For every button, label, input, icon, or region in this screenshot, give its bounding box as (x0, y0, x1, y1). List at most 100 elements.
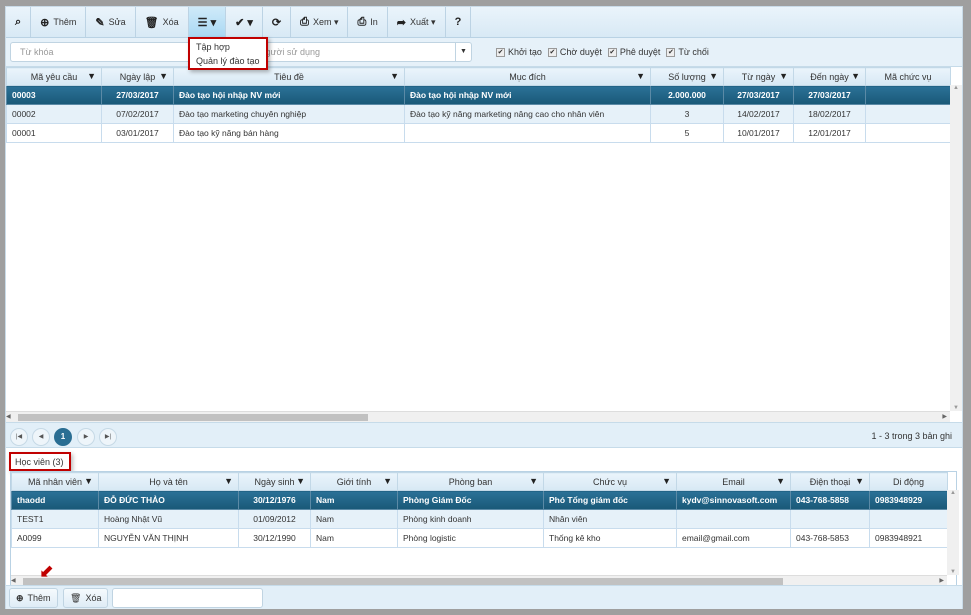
next-page-button[interactable]: ▶ (77, 428, 95, 446)
status-checkbox[interactable]: ✔ Từ chối (666, 47, 709, 57)
toolbar-button-9[interactable]: ➦ Xuất ▾ (388, 7, 446, 37)
tab-hoc-vien[interactable]: Học viên (3) (9, 452, 71, 471)
filter-icon[interactable]: ▼ (776, 476, 785, 486)
menu-item-tap-hop[interactable]: Tập hợp (190, 40, 266, 54)
table-cell: Nam (310, 490, 398, 510)
table-cell: Nam (310, 509, 398, 529)
toolbar-button-5[interactable]: ✔ ▾ (226, 7, 263, 37)
table-cell: Đào tạo hội nhập NV mới (404, 85, 651, 105)
column-header[interactable]: Ngày sinh ▼ (238, 472, 311, 491)
filter-icon[interactable]: ▼ (296, 476, 305, 486)
filter-icon[interactable]: ▼ (87, 71, 96, 81)
filter-icon[interactable]: ▼ (390, 71, 399, 81)
toolbar-button-3[interactable]: 🗑 Xóa (136, 7, 189, 37)
table-cell (865, 85, 951, 105)
column-header[interactable]: Mã nhân viên ▼ (11, 472, 99, 491)
column-header[interactable]: Số lượng ▼ (650, 67, 724, 86)
toolbar-label: Xuất ▾ (410, 16, 436, 27)
status-checkbox[interactable]: ✔ Phê duyệt (607, 47, 661, 57)
filter-icon[interactable]: ▼ (159, 71, 168, 81)
column-header[interactable]: Tiêu đề ▼ (173, 67, 405, 86)
column-title: Họ và tên (149, 476, 188, 487)
filter-icon[interactable]: ▼ (662, 476, 671, 486)
filter-icon[interactable]: ▼ (709, 71, 718, 81)
filter-icon[interactable]: ▼ (855, 476, 864, 486)
table-cell: 18/02/2017 (793, 104, 866, 124)
column-header[interactable]: Từ ngày ▼ (723, 67, 794, 86)
status-checkbox[interactable]: ✔ Chờ duyệt (547, 47, 602, 57)
filter-icon[interactable]: ▼ (224, 476, 233, 486)
add-student-button[interactable]: ⊕ Thêm (9, 588, 58, 608)
table-row[interactable]: 00003 27/03/2017 Đào tạo hội nhập NV mới Đà… (6, 85, 951, 105)
toolbar-button-4[interactable]: ☰ ▾ (188, 7, 227, 37)
column-header[interactable]: Họ và tên ▼ (98, 472, 239, 491)
filter-icon[interactable]: ▼ (84, 476, 93, 486)
column-header[interactable]: Mã chức vụ (865, 67, 951, 86)
vertical-scrollbar[interactable]: ▲ ▼ (947, 490, 959, 575)
table-cell: Phòng logistic (397, 528, 544, 548)
column-header[interactable]: Mã yêu cầu ▼ (6, 67, 102, 86)
column-header[interactable]: Mục đích ▼ (404, 67, 651, 86)
status-checkboxes: ✔ Khởi tạo ✔ Chờ duyệt ✔ Phê duyệt ✔ Từ chối (496, 47, 709, 57)
column-header[interactable]: Chức vụ ▼ (543, 472, 677, 491)
column-header[interactable]: Di động (869, 472, 948, 491)
column-header[interactable]: Giới tính ▼ (310, 472, 398, 491)
dropdown-arrow-icon[interactable]: ▼ (455, 43, 471, 61)
column-header[interactable]: Email ▼ (676, 472, 791, 491)
column-header[interactable]: Ngày lập ▼ (101, 67, 174, 86)
header-row: Mã nhân viên ▼ Họ và tên ▼ Ngày sinh ▼ Giới tí… (11, 472, 948, 491)
toolbar-button-2[interactable]: ✎ Sửa (86, 7, 136, 37)
help-icon: ? (454, 16, 462, 28)
toolbar-button-7[interactable]: ⎙ Xem ▾ (291, 7, 349, 37)
filter-icon[interactable]: ▼ (851, 71, 860, 81)
bottom-input[interactable] (112, 588, 263, 608)
column-title: Tiêu đề (274, 71, 304, 82)
table-row[interactable]: thaodd ĐỖ ĐỨC THẢO 30/12/1976 Nam Phòng Giám… (11, 490, 948, 510)
toolbar-button-0[interactable]: ⌕ (6, 7, 32, 37)
table-row[interactable]: 00001 03/01/2017 Đào tạo kỹ năng bán hàng 5… (6, 123, 951, 143)
toolbar-label: Xóa (162, 17, 179, 27)
status-checkbox[interactable]: ✔ Khởi tạo (496, 47, 542, 57)
checkbox-label: Khởi tạo (508, 47, 542, 57)
toolbar-button-8[interactable]: ⎙ In (348, 7, 388, 37)
first-page-button[interactable]: |◀ (10, 428, 28, 446)
table-row[interactable]: 00002 07/02/2017 Đào tạo marketing chuyên … (6, 104, 951, 124)
horizontal-scrollbar[interactable]: ◀ ▶ (6, 411, 950, 422)
filter-icon[interactable]: ▼ (529, 476, 538, 486)
delete-student-button[interactable]: 🗑 Xóa (63, 588, 109, 608)
print-icon: ⎙ (300, 15, 309, 28)
column-title: Mục đích (509, 71, 546, 82)
table-cell: 2.000.000 (650, 85, 724, 105)
keyword-input[interactable] (11, 43, 211, 61)
filter-icon[interactable]: ▼ (636, 71, 645, 81)
menu-item-quan-ly-dao-tao[interactable]: Quản lý đào tạo (190, 54, 266, 68)
table-cell: NGUYỄN VĂN THỊNH (98, 528, 239, 548)
last-page-button[interactable]: ▶| (99, 428, 117, 446)
table-cell: 3 (650, 104, 724, 124)
vertical-scrollbar[interactable]: ▲ ▼ (950, 85, 962, 411)
filter-icon[interactable]: ▼ (383, 476, 392, 486)
share-icon: ➦ (396, 16, 407, 29)
checkbox-label: Phê duyệt (619, 47, 661, 57)
table-row[interactable]: TEST1 Hoàng Nhật Vũ 01/09/2012 Nam Phòng kin… (11, 509, 948, 529)
toolbar-button-1[interactable]: ⊕ Thêm (31, 7, 87, 37)
prev-page-button[interactable]: ◀ (32, 428, 50, 446)
table-cell: email@gmail.com (676, 528, 791, 548)
table-cell: Đào tạo hội nhập NV mới (173, 85, 405, 105)
table-cell: Đào tạo kỹ năng marketing nâng cao cho n… (404, 104, 651, 124)
table-row[interactable]: A0099 NGUYỄN VĂN THỊNH 30/12/1990 Nam Phòng … (11, 528, 948, 548)
table-cell: ĐỖ ĐỨC THẢO (98, 490, 239, 510)
column-header[interactable]: Điện thoại ▼ (790, 472, 870, 491)
table-cell: 00002 (6, 104, 102, 124)
user-select-input[interactable] (259, 43, 449, 61)
column-header[interactable]: Đến ngày ▼ (793, 67, 866, 86)
filter-icon[interactable]: ▼ (779, 71, 788, 81)
table-cell: 03/01/2017 (101, 123, 174, 143)
table-cell: 0983948929 (869, 490, 948, 510)
trash-icon: 🗑 (144, 16, 159, 29)
print-icon: ⎙ (357, 15, 367, 28)
toolbar-button-10[interactable]: ? (446, 7, 472, 37)
page-1-button[interactable]: 1 (54, 428, 72, 446)
toolbar-button-6[interactable]: ⟳ (263, 7, 292, 37)
column-header[interactable]: Phòng ban ▼ (397, 472, 544, 491)
